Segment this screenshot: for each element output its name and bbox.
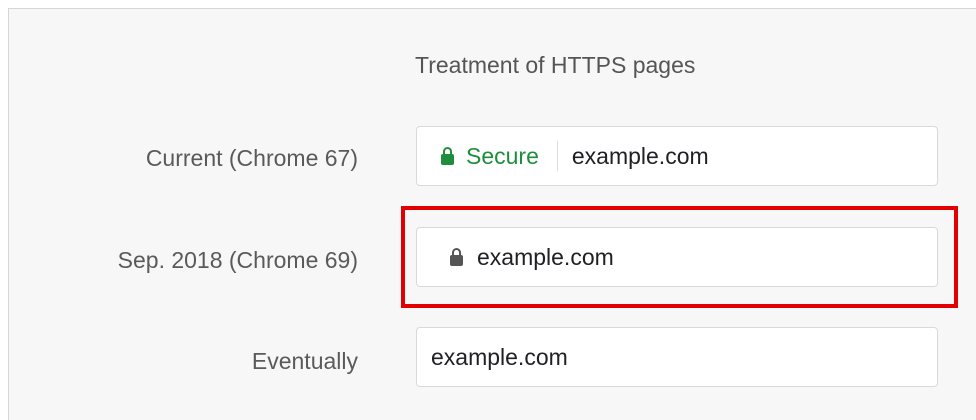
url-text: example.com xyxy=(571,142,709,169)
omnibox-current: Secure example.com xyxy=(416,126,938,186)
url-text: example.com xyxy=(477,243,614,270)
omnibox-sep-2018: example.com xyxy=(416,227,938,287)
omnibox-eventually: example.com xyxy=(416,327,938,387)
row-label-sep-2018: Sep. 2018 (Chrome 69) xyxy=(117,247,358,273)
column-heading: Treatment of HTTPS pages xyxy=(415,52,696,78)
omnibox-divider xyxy=(556,141,558,171)
row-label-eventually: Eventually xyxy=(251,348,358,374)
lock-icon xyxy=(450,247,463,266)
lock-icon xyxy=(441,146,454,165)
secure-chip-label: Secure xyxy=(466,142,539,169)
url-text: example.com xyxy=(431,343,568,370)
row-label-current: Current (Chrome 67) xyxy=(145,145,358,171)
